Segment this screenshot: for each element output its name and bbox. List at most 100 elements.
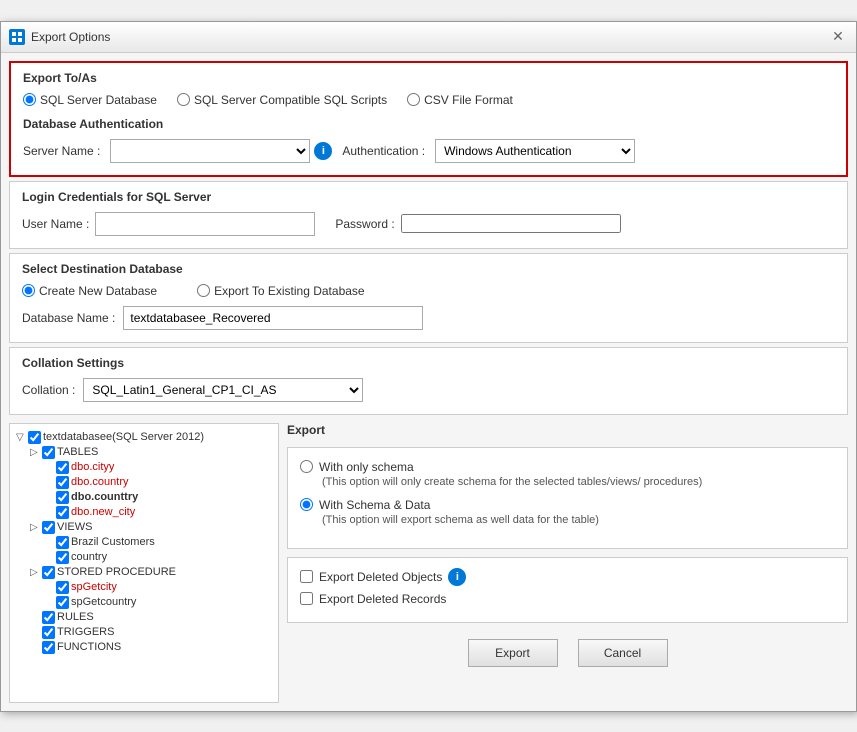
tree-views-label: VIEWS [57,521,92,533]
tree-country-expand [44,477,54,488]
export-to-options: SQL Server Database SQL Server Compatibl… [23,93,834,107]
credentials-row: User Name : Password : [22,212,835,236]
tree-counttry[interactable]: dbo.counttry [44,490,272,505]
expand-triggers-icon [30,627,40,638]
tree-rules-checkbox[interactable] [42,611,55,624]
expand-root-icon: ▽ [16,432,26,443]
radio-sql-server-db[interactable]: SQL Server Database [23,93,157,107]
tree-country[interactable]: dbo.country [44,475,272,490]
radio-csv[interactable]: CSV File Format [407,93,513,107]
window-title: Export Options [31,30,110,44]
collation-row: Collation : SQL_Latin1_General_CP1_CI_AS… [22,378,835,402]
destination-section: Select Destination Database Create New D… [9,253,848,343]
tree-new-city-checkbox[interactable] [56,506,69,519]
expand-sp-icon: ▷ [30,567,40,578]
tree-triggers-label: TRIGGERS [57,626,114,638]
schema-data-label[interactable]: With Schema & Data [300,498,599,512]
expand-tables-icon: ▷ [30,447,40,458]
main-window: Export Options ✕ Export To/As SQL Server… [0,21,857,712]
tree-functions-label: FUNCTIONS [57,641,121,653]
destination-radio-row: Create New Database Export To Existing D… [22,284,835,298]
tree-triggers-checkbox[interactable] [42,626,55,639]
server-name-label: Server Name : [23,144,100,158]
username-input[interactable] [95,212,315,236]
deleted-records-label: Export Deleted Records [319,592,446,606]
db-auth-row: Server Name : i Authentication : Windows… [23,139,834,163]
schema-data-desc: (This option will export schema as well … [322,514,599,526]
tree-cityy[interactable]: dbo.cityy [44,460,272,475]
deleted-records-checkbox[interactable] [300,592,313,605]
tree-spgetcountry-checkbox[interactable] [56,596,69,609]
tree-tables-checkbox[interactable] [42,446,55,459]
tree-triggers[interactable]: TRIGGERS [30,625,272,640]
tree-views-checkbox[interactable] [42,521,55,534]
tree-rules-label: RULES [57,611,94,623]
db-name-row: Database Name : [22,306,835,330]
server-name-container: i [110,139,332,163]
tree-root-label: textdatabasee(SQL Server 2012) [43,431,204,443]
server-info-icon[interactable]: i [314,142,332,160]
tree-stored-proc[interactable]: ▷ STORED PROCEDURE [30,565,272,580]
export-button[interactable]: Export [468,639,558,667]
schema-only-radio[interactable] [300,460,313,473]
tree-cityy-checkbox[interactable] [56,461,69,474]
collation-label: Collation : [22,383,75,397]
tree-rules[interactable]: RULES [30,610,272,625]
schema-only-label[interactable]: With only schema [300,460,702,474]
tree-brazil[interactable]: Brazil Customers [44,535,272,550]
tree-functions-checkbox[interactable] [42,641,55,654]
export-to-section: Export To/As SQL Server Database SQL Ser… [9,61,848,177]
tree-country-checkbox[interactable] [56,476,69,489]
tree-spgetcountry[interactable]: spGetcountry [44,595,272,610]
tree-country-view-checkbox[interactable] [56,551,69,564]
tree-spgetcity[interactable]: spGetcity [44,580,272,595]
tree-spgetcountry-expand [44,597,54,608]
tree-spgetcity-checkbox[interactable] [56,581,69,594]
tree-panel: ▽ textdatabasee(SQL Server 2012) ▷ TABLE… [9,423,279,703]
password-field: Password : [335,214,620,233]
app-icon [9,29,25,45]
export-panel: Export With only schema (This option wil… [287,423,848,703]
deleted-objects-info-icon[interactable]: i [448,568,466,586]
credentials-title: Login Credentials for SQL Server [22,190,835,204]
server-name-select[interactable] [110,139,310,163]
tree-counttry-label: dbo.counttry [71,491,138,503]
collation-select[interactable]: SQL_Latin1_General_CP1_CI_AS Latin1_Gene… [83,378,363,402]
db-name-label: Database Name : [22,311,115,325]
tree-functions[interactable]: FUNCTIONS [30,640,272,655]
close-button[interactable]: ✕ [828,28,848,46]
tree-country-view[interactable]: country [44,550,272,565]
expand-views-icon: ▷ [30,522,40,533]
tree-brazil-checkbox[interactable] [56,536,69,549]
tree-sp-checkbox[interactable] [42,566,55,579]
db-name-input[interactable] [123,306,423,330]
tree-root-checkbox[interactable] [28,431,41,444]
radio-sql-scripts[interactable]: SQL Server Compatible SQL Scripts [177,93,387,107]
tree-spgetcity-expand [44,582,54,593]
deleted-objects-label: Export Deleted Objects [319,570,442,584]
deleted-objects-checkbox[interactable] [300,570,313,583]
tree-root[interactable]: ▽ textdatabasee(SQL Server 2012) [16,430,272,445]
cancel-button[interactable]: Cancel [578,639,668,667]
db-auth-title: Database Authentication [23,117,834,131]
tree-new-city[interactable]: dbo.new_city [44,505,272,520]
tree-tables-label: TABLES [57,446,98,458]
deleted-records-row: Export Deleted Records [300,592,835,606]
export-options: With only schema (This option will only … [287,447,848,549]
tree-cityy-label: dbo.cityy [71,461,114,473]
tree-counttry-checkbox[interactable] [56,491,69,504]
tree-views[interactable]: ▷ VIEWS [30,520,272,535]
tree-tables[interactable]: ▷ TABLES [30,445,272,460]
auth-select[interactable]: Windows Authentication SQL Server Authen… [435,139,635,163]
password-input[interactable] [401,214,621,233]
collation-title: Collation Settings [22,356,835,370]
credentials-section: Login Credentials for SQL Server User Na… [9,181,848,249]
tree-spgetcity-label: spGetcity [71,581,117,593]
schema-data-radio[interactable] [300,498,313,511]
title-bar-left: Export Options [9,29,110,45]
export-to-title: Export To/As [23,71,834,85]
tree-country-view-label: country [71,551,107,563]
title-bar: Export Options ✕ [1,22,856,53]
radio-create-new[interactable]: Create New Database [22,284,157,298]
radio-existing[interactable]: Export To Existing Database [197,284,365,298]
